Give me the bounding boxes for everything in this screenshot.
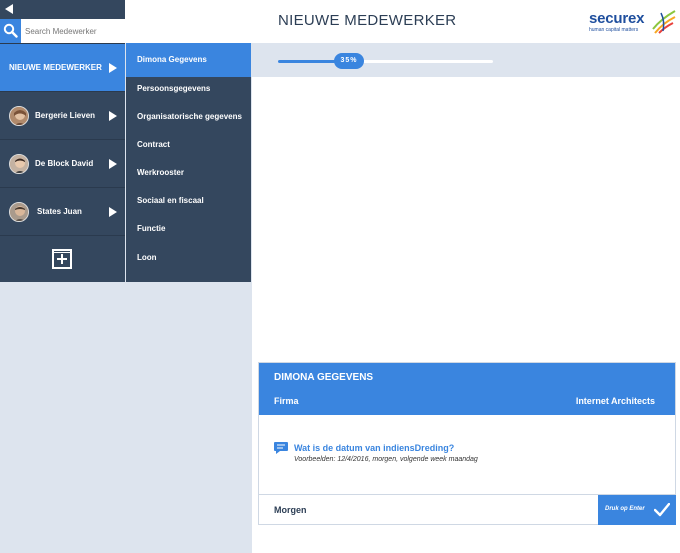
- back-arrow-icon: [5, 4, 13, 14]
- add-employee-row: [0, 235, 125, 282]
- page-header: NIEUWE MEDEWERKER securex human capital …: [125, 0, 680, 43]
- progress-area: 35%: [252, 43, 680, 77]
- employee-item[interactable]: Bergerie Lieven: [0, 91, 125, 139]
- answer-input[interactable]: [274, 502, 574, 518]
- nav-item-loon[interactable]: Loon: [126, 241, 251, 275]
- search-row: [0, 19, 125, 43]
- play-arrow-icon: [109, 207, 117, 217]
- add-employee-button[interactable]: [52, 249, 72, 269]
- logo-swoosh-icon: [652, 10, 676, 34]
- main-content: 35% DIMONA GEGEVENS Firma Internet Archi…: [252, 43, 680, 553]
- add-icon-line: [54, 252, 70, 253]
- plus-icon-vertical: [61, 254, 63, 264]
- back-button[interactable]: [0, 0, 125, 19]
- search-button[interactable]: [0, 19, 21, 43]
- answer-row: Druk op Enter: [259, 494, 676, 525]
- avatar: [9, 154, 29, 174]
- question-text: Wat is de datum van indiensDreding?: [294, 443, 455, 453]
- chat-bubble-icon: [274, 442, 288, 454]
- securex-logo: securex human capital matters: [589, 9, 679, 37]
- progress-badge: 35%: [334, 53, 364, 69]
- employee-sidebar: NIEUWE MEDEWERKER Bergerie Lieven De Blo…: [0, 0, 125, 553]
- dimona-card: DIMONA GEGEVENS Firma Internet Architect…: [258, 362, 676, 525]
- section-nav: Dimona Gegevens Persoonsgegevens Organis…: [126, 43, 251, 553]
- play-arrow-icon: [109, 111, 117, 121]
- employee-item[interactable]: De Block David: [0, 139, 125, 187]
- employee-name: De Block David: [35, 159, 94, 168]
- play-arrow-icon: [109, 159, 117, 169]
- check-icon: [654, 503, 670, 517]
- avatar: [9, 202, 29, 222]
- play-arrow-icon: [109, 63, 117, 73]
- enter-button[interactable]: Druk op Enter: [598, 495, 676, 525]
- employee-name: States Juan: [37, 207, 82, 216]
- enter-button-label: Druk op Enter: [605, 506, 645, 512]
- firma-label: Firma: [274, 396, 299, 406]
- progress-track: [278, 60, 493, 63]
- employee-item[interactable]: States Juan: [0, 187, 125, 235]
- card-title: DIMONA GEGEVENS: [274, 372, 374, 383]
- card-header: DIMONA GEGEVENS Firma Internet Architect…: [259, 363, 675, 415]
- new-employee-item[interactable]: NIEUWE MEDEWERKER: [0, 43, 125, 91]
- avatar: [9, 106, 29, 126]
- section-nav-list: Dimona Gegevens Persoonsgegevens Organis…: [126, 43, 251, 282]
- examples-text: Voorbeelden: 12/4/2016, morgen, volgende…: [294, 456, 478, 463]
- page-title: NIEUWE MEDEWERKER: [278, 12, 457, 29]
- logo-text: securex: [589, 10, 645, 27]
- employee-name: Bergerie Lieven: [35, 111, 96, 120]
- search-icon: [3, 23, 18, 38]
- search-input[interactable]: [25, 23, 123, 39]
- logo-tagline: human capital matters: [589, 27, 639, 33]
- firma-value: Internet Architects: [575, 396, 655, 406]
- new-employee-label: NIEUWE MEDEWERKER: [9, 63, 102, 72]
